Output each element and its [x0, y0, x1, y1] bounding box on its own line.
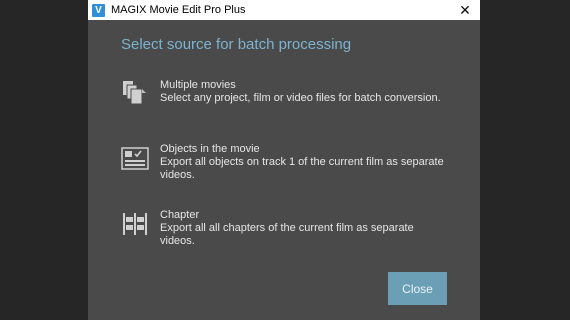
option-chapter[interactable]: Chapter Export all all chapters of the c…	[120, 209, 450, 248]
objects-track-icon	[121, 147, 149, 170]
option-title: Chapter	[160, 209, 200, 221]
option-title: Multiple movies	[160, 79, 236, 91]
option-description: Export all objects on track 1 of the cur…	[160, 156, 444, 181]
option-description: Export all all chapters of the current f…	[160, 222, 414, 247]
background-right	[480, 0, 570, 320]
window-close-button[interactable]: ✕	[454, 0, 476, 20]
background-left	[0, 0, 88, 320]
dialog-heading: Select source for batch processing	[121, 36, 352, 53]
window-title: MAGIX Movie Edit Pro Plus	[111, 4, 246, 16]
multiple-files-icon	[123, 81, 146, 105]
magix-app-icon: V	[92, 3, 105, 17]
chapter-icon	[123, 213, 147, 235]
option-objects-in-movie[interactable]: Objects in the movie Export all objects …	[120, 143, 450, 182]
close-button[interactable]: Close	[388, 272, 447, 305]
title-bar: V MAGIX Movie Edit Pro Plus ✕	[88, 0, 480, 20]
batch-dialog-window: V MAGIX Movie Edit Pro Plus ✕ Select sou…	[88, 0, 480, 320]
option-title: Objects in the movie	[160, 143, 260, 155]
option-description: Select any project, film or video files …	[160, 92, 441, 104]
option-multiple-movies[interactable]: Multiple movies Select any project, film…	[120, 79, 450, 109]
